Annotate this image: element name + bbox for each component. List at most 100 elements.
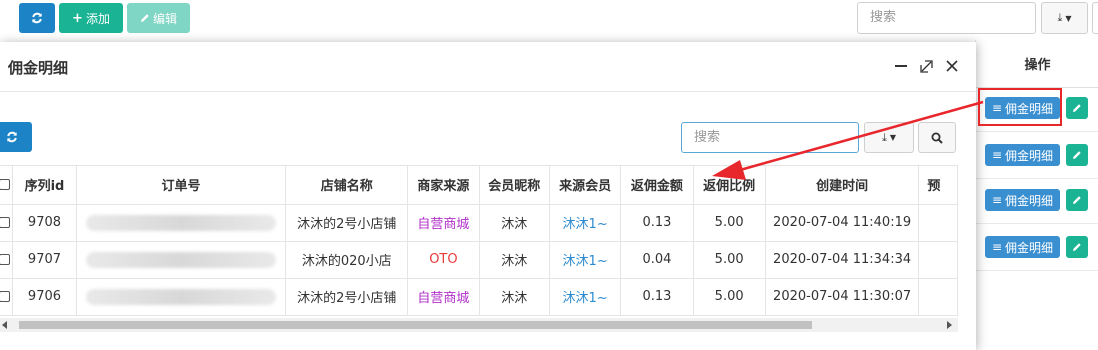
background-toolbar: + 添加 编辑 搜索 ⤓ ▼: [0, 0, 1098, 40]
created-time: 2020-07-04 11:40:19: [765, 204, 920, 242]
modal-header: 佣金明细: [0, 42, 976, 92]
table-row: ≡ 佣金明细: [976, 135, 1098, 179]
modal-title: 佣金明细: [8, 59, 69, 77]
column-header[interactable]: 返佣比例: [693, 166, 766, 205]
row-checkbox[interactable]: [0, 278, 14, 316]
edit-row-button[interactable]: [1066, 189, 1088, 211]
column-header[interactable]: 订单号: [76, 166, 287, 205]
caret-down-icon: ▼: [889, 133, 897, 142]
minimize-button[interactable]: [892, 57, 910, 75]
commission-detail-label: 佣金明细: [1005, 148, 1054, 163]
scrollbar-thumb[interactable]: [19, 321, 812, 329]
export-dropdown-button[interactable]: ⤓ ▼: [1041, 2, 1088, 34]
table-header-row: 序列id 订单号 店铺名称 商家来源 会员昵称 来源会员 返佣金额 返佣比例 创…: [0, 166, 958, 205]
shop-name: 沐沐的2号小店铺: [285, 204, 409, 242]
background-table: 操作 ≡ 佣金明细 ≡ 佣金明细 ≡ 佣金明细 ≡ 佣金明细: [975, 40, 1098, 350]
merchant-source: 自营商城: [407, 278, 480, 316]
truncated-cell: [918, 204, 958, 242]
maximize-icon: [919, 59, 933, 73]
operations-column-header: 操作: [976, 40, 1098, 88]
modal-refresh-button[interactable]: [0, 122, 32, 152]
commission-amount: 0.13: [620, 204, 694, 242]
modal-search-input[interactable]: 搜索: [681, 122, 859, 153]
edit-row-button[interactable]: [1066, 236, 1088, 258]
edit-row-button[interactable]: [1066, 144, 1088, 166]
table-row: ≡ 佣金明细: [976, 180, 1098, 224]
commission-detail-modal: 佣金明细 搜索 ⤓ ▼ 序列id 订单号 店铺名称 商家来源 会员昵称 来源会员…: [0, 42, 976, 350]
column-header[interactable]: 返佣金额: [620, 166, 694, 205]
column-header[interactable]: 会员昵称: [479, 166, 550, 205]
commission-detail-label: 佣金明细: [1005, 240, 1054, 255]
column-header[interactable]: 店铺名称: [285, 166, 409, 205]
maximize-button[interactable]: [917, 57, 935, 75]
edit-button[interactable]: 编辑: [127, 3, 190, 33]
edit-row-button[interactable]: [1066, 97, 1088, 119]
caret-down-icon: ▼: [1065, 13, 1072, 23]
add-button[interactable]: + 添加: [59, 3, 123, 33]
member-nickname: 沐沐: [479, 278, 550, 316]
search-input[interactable]: 搜索: [857, 2, 1036, 34]
created-time: 2020-07-04 11:34:34: [765, 241, 920, 279]
horizontal-scrollbar[interactable]: [0, 318, 958, 332]
shop-name: 沐沐的020小店: [285, 241, 409, 279]
created-time: 2020-07-04 11:30:07: [765, 278, 920, 316]
pencil-icon: [1073, 104, 1081, 112]
commission-ratio: 5.00: [693, 278, 766, 316]
column-header[interactable]: 预: [918, 166, 958, 205]
row-checkbox[interactable]: [0, 204, 14, 242]
order-number-redacted: [76, 204, 287, 242]
commission-ratio: 5.00: [693, 204, 766, 242]
column-header[interactable]: 来源会员: [549, 166, 622, 205]
add-button-label: 添加: [85, 11, 110, 26]
refresh-icon: [7, 131, 17, 143]
list-icon: ≡: [991, 193, 1003, 207]
commission-ratio: 5.00: [693, 241, 766, 279]
close-icon: [946, 60, 958, 72]
close-button[interactable]: [943, 57, 961, 75]
column-header[interactable]: 序列id: [12, 166, 77, 205]
commission-detail-button[interactable]: ≡ 佣金明细: [985, 144, 1060, 166]
refresh-icon: [32, 12, 42, 24]
pencil-icon: [140, 14, 149, 22]
commission-detail-button[interactable]: ≡ 佣金明细: [985, 236, 1060, 258]
commission-detail-label: 佣金明细: [1005, 193, 1054, 208]
edit-button-label: 编辑: [152, 11, 177, 26]
order-number-redacted: [76, 278, 287, 316]
column-header[interactable]: 创建时间: [765, 166, 920, 205]
columns-button[interactable]: [1092, 2, 1098, 34]
commission-amount: 0.13: [620, 278, 694, 316]
truncated-cell: [918, 241, 958, 279]
pencil-icon: [1073, 151, 1081, 159]
select-all-checkbox[interactable]: [0, 166, 14, 205]
export-icon: ⤓: [881, 130, 887, 144]
row-id: 9707: [12, 241, 77, 279]
scroll-right-icon[interactable]: [947, 321, 952, 329]
truncated-cell: [918, 278, 958, 316]
search-icon: [931, 132, 943, 144]
plus-icon: +: [72, 10, 83, 26]
list-icon: ≡: [991, 240, 1003, 254]
member-nickname: 沐沐: [479, 241, 550, 279]
column-header[interactable]: 商家来源: [407, 166, 480, 205]
table-row: 9707 沐沐的020小店 OTO 沐沐 沐沐1~ 0.04 5.00 2020…: [0, 241, 958, 279]
minimize-icon: [895, 65, 907, 67]
member-nickname: 沐沐: [479, 204, 550, 242]
source-member-link[interactable]: 沐沐1~: [549, 204, 622, 242]
table-row: 9706 沐沐的2号小店铺 自营商城 沐沐 沐沐1~ 0.13 5.00 202…: [0, 278, 958, 316]
modal-export-button[interactable]: ⤓ ▼: [864, 122, 914, 153]
source-member-link[interactable]: 沐沐1~: [549, 278, 622, 316]
pencil-icon: [1073, 243, 1081, 251]
source-member-link[interactable]: 沐沐1~: [549, 241, 622, 279]
list-icon: ≡: [991, 148, 1003, 162]
merchant-source: OTO: [407, 241, 480, 279]
export-icon: ⤓: [1057, 11, 1063, 24]
scroll-left-icon[interactable]: [2, 321, 7, 329]
commission-table: 序列id 订单号 店铺名称 商家来源 会员昵称 来源会员 返佣金额 返佣比例 创…: [0, 165, 958, 320]
order-number-redacted: [76, 241, 287, 279]
commission-detail-button[interactable]: ≡ 佣金明细: [985, 189, 1060, 211]
merchant-source: 自营商城: [407, 204, 480, 242]
refresh-button[interactable]: [19, 3, 55, 33]
row-checkbox[interactable]: [0, 241, 14, 279]
modal-search-button[interactable]: [918, 122, 956, 153]
shop-name: 沐沐的2号小店铺: [285, 278, 409, 316]
